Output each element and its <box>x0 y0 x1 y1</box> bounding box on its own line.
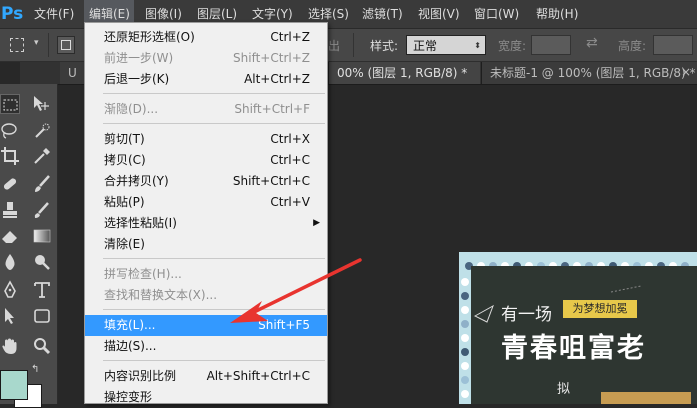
menu-item-content-aware-scale[interactable]: 内容识别比例 Alt+Shift+Ctrl+C <box>85 366 327 387</box>
edit-menu-dropdown: 还原矩形选框(O) Ctrl+Z 前进一步(W) Shift+Ctrl+Z 后退一步… <box>84 22 328 404</box>
tab-doc-3[interactable]: 未标题-1 @ 100% (图层 1, RGB/8) * <box>481 62 697 84</box>
menu-item-step-forward[interactable]: 前进一步(W) Shift+Ctrl+Z <box>85 48 327 69</box>
menu-separator <box>103 93 325 94</box>
swap-colors-icon[interactable]: ↰ <box>31 364 39 375</box>
menu-help[interactable]: 帮助(H) <box>536 0 578 28</box>
close-icon[interactable]: × <box>681 65 691 79</box>
menu-filter[interactable]: 滤镜(T) <box>362 0 403 28</box>
move-tool-icon[interactable] <box>30 94 50 114</box>
zoom-tool-icon[interactable] <box>32 336 52 356</box>
dodge-tool-icon[interactable] <box>32 252 52 272</box>
menu-item-step-backward[interactable]: 后退一步(K) Alt+Ctrl+Z <box>85 69 327 90</box>
menu-file[interactable]: 文件(F) <box>34 0 74 28</box>
style-label: 样式: <box>370 39 399 53</box>
eraser-tool-icon[interactable] <box>0 226 20 246</box>
clone-stamp-tool-icon[interactable] <box>0 200 20 220</box>
swap-icon[interactable]: ⇄ <box>586 35 598 51</box>
hand-tool-icon[interactable] <box>0 336 20 356</box>
spot-healing-brush-tool-icon[interactable] <box>0 174 20 194</box>
menu-window[interactable]: 窗口(W) <box>474 0 519 28</box>
crop-tool-icon[interactable] <box>0 146 20 166</box>
quick-selection-tool-icon[interactable] <box>32 121 52 141</box>
menu-item-copy-merged[interactable]: 合并拷贝(Y) Shift+Ctrl+C <box>85 171 327 192</box>
photoshop-logo: Ps <box>1 4 24 24</box>
chevron-down-icon[interactable]: ▾ <box>34 38 39 48</box>
history-brush-tool-icon[interactable] <box>32 200 52 220</box>
menu-item-stroke[interactable]: 描边(S)... <box>85 336 327 357</box>
menu-item-clear[interactable]: 清除(E) <box>85 234 327 255</box>
menu-item-copy[interactable]: 拷贝(C) Ctrl+C <box>85 150 327 171</box>
menu-separator <box>103 123 325 124</box>
poster-wood-strip <box>601 392 691 404</box>
chalkboard: 有一场 为梦想加冕 青春咀富老 拟 <box>471 266 697 404</box>
height-field[interactable] <box>653 35 693 55</box>
anti-alias-label: 出 <box>328 39 341 53</box>
menu-separator <box>103 360 325 361</box>
annotation-arrow-icon <box>230 258 362 323</box>
submenu-arrow-icon: ▶ <box>313 218 320 228</box>
tab-doc-1[interactable]: U <box>60 62 84 84</box>
new-selection-button[interactable] <box>57 36 75 54</box>
type-tool-icon[interactable] <box>32 280 52 300</box>
menu-item-paste-special[interactable]: 选择性粘贴(I) ▶ <box>85 213 327 234</box>
rectangle-tool-icon[interactable] <box>32 306 52 326</box>
poster-headline: 青春咀富老 <box>501 333 646 364</box>
style-select[interactable]: 正常 ⬍ <box>406 35 486 55</box>
menu-item-undo[interactable]: 还原矩形选框(O) Ctrl+Z <box>85 27 327 48</box>
width-field[interactable] <box>531 35 571 55</box>
eyedropper-tool-icon[interactable] <box>32 146 52 166</box>
menu-view[interactable]: 视图(V) <box>418 0 460 28</box>
chevron-updown-icon: ⬍ <box>474 41 481 50</box>
tab-doc-2[interactable]: 00% (图层 1, RGB/8) * <box>328 62 480 84</box>
poster-line-3: 拟 <box>557 382 571 397</box>
height-label: 高度: <box>618 39 647 53</box>
menu-item-paste[interactable]: 粘贴(P) Ctrl+V <box>85 192 327 213</box>
rectangular-marquee-tool-icon[interactable] <box>0 94 20 114</box>
divider <box>48 33 49 57</box>
lasso-tool-icon[interactable] <box>0 121 20 141</box>
pen-tool-icon[interactable] <box>0 280 20 300</box>
canvas-image: 有一场 为梦想加冕 青春咀富老 拟 <box>459 252 697 404</box>
tools-panel: ↰ <box>0 84 58 408</box>
tab-doc-3-label: 未标题-1 @ 100% (图层 1, RGB/8) * <box>490 66 696 80</box>
marquee-preset-icon[interactable] <box>10 38 24 52</box>
gradient-tool-icon[interactable] <box>32 226 52 246</box>
menu-item-cut[interactable]: 剪切(T) Ctrl+X <box>85 129 327 150</box>
menu-item-puppet-warp[interactable]: 操控变形 <box>85 387 327 408</box>
blur-tool-icon[interactable] <box>0 252 20 272</box>
poster-line-1: 有一场 <box>501 305 552 325</box>
divider <box>353 33 354 57</box>
style-select-value: 正常 <box>413 39 438 53</box>
poster-tag: 为梦想加冕 <box>563 300 637 318</box>
width-label: 宽度: <box>498 39 527 53</box>
foreground-color-swatch[interactable] <box>0 370 28 400</box>
brush-tool-icon[interactable] <box>32 174 52 194</box>
path-selection-tool-icon[interactable] <box>0 306 20 326</box>
menu-item-fade[interactable]: 渐隐(D)... Shift+Ctrl+F <box>85 99 327 120</box>
